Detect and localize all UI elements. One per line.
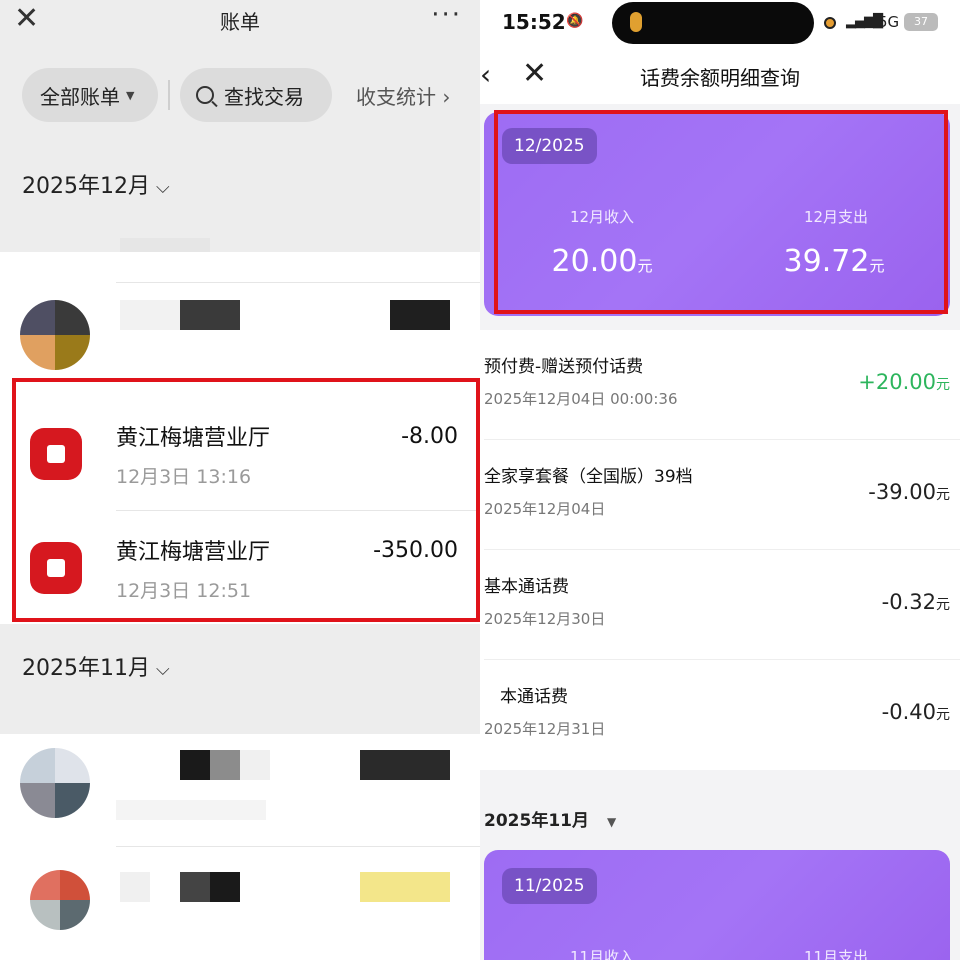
blurred-text — [180, 872, 210, 902]
bill-panel: ✕ 账单 ··· 全部账单 ▼ 查找交易 收支统计 › 2025年12月 ⌵ 黄… — [0, 0, 480, 960]
store-logo-icon — [30, 542, 82, 594]
list-item[interactable]: 预付费-赠送预付话费 2025年12月04日 00:00:36 +20.00元 — [480, 330, 960, 440]
nav-bar: ‹ ✕ 话费余额明细查询 — [480, 46, 960, 104]
income-value: 20.00元 — [551, 244, 653, 279]
page-title: 话费余额明细查询 — [640, 66, 800, 90]
filter-bar: 全部账单 ▼ 查找交易 收支统计 › — [22, 68, 450, 122]
blurred-text — [120, 238, 210, 252]
blurred-text — [120, 300, 180, 330]
chevron-down-icon: ⌵ — [155, 177, 170, 198]
divider — [116, 510, 480, 511]
month-label: 2025年12月 — [22, 174, 150, 199]
signal-icon: ▂▄▆█ — [846, 14, 883, 29]
avatar — [20, 748, 90, 818]
transaction-amount: -8.00 — [401, 424, 458, 449]
item-date: 2025年12月30日 — [484, 610, 606, 628]
blurred-amount — [360, 872, 450, 902]
status-bar: 15:52 🔕 ▂▄▆█ 5G 37 — [480, 0, 960, 46]
triangle-down-icon: ▼ — [606, 815, 617, 829]
transaction-name: 黄江梅塘营业厅 — [116, 426, 271, 451]
blurred-text — [240, 750, 270, 780]
blurred-text — [180, 750, 210, 780]
month-label: 2025年11月 — [484, 811, 589, 831]
bill-header: ✕ 账单 ··· — [0, 0, 480, 38]
item-amount: -39.00元 — [868, 480, 950, 504]
all-bills-button[interactable]: 全部账单 ▼ — [22, 68, 158, 122]
filter-divider — [168, 80, 170, 110]
blurred-text — [210, 872, 240, 902]
blurred-text — [180, 300, 240, 330]
search-transactions-button[interactable]: 查找交易 — [180, 68, 332, 122]
item-amount: +20.00元 — [858, 370, 950, 394]
income-label: 12月收入 — [569, 208, 635, 226]
income-label: 11月收入 — [569, 948, 635, 960]
avatar — [20, 300, 90, 370]
caret-down-icon: ▼ — [126, 88, 135, 102]
item-amount: -0.40元 — [881, 700, 950, 724]
avatar — [30, 870, 90, 930]
item-title: 基本通话费 — [484, 577, 569, 597]
dynamic-island — [612, 2, 814, 44]
blurred-amount — [360, 750, 450, 780]
search-label: 查找交易 — [224, 84, 304, 109]
recording-dot-icon — [824, 17, 836, 29]
stats-link[interactable]: 收支统计 › — [356, 81, 450, 110]
all-bills-label: 全部账单 — [40, 84, 120, 109]
expense-label: 11月支出 — [803, 948, 869, 960]
period-tag[interactable]: 12/2025 — [502, 128, 597, 164]
network-type: 5G — [878, 13, 900, 31]
transaction-amount: -350.00 — [373, 538, 458, 563]
transaction-time: 12月3日 12:51 — [116, 580, 252, 602]
more-icon[interactable]: ··· — [431, 0, 462, 30]
item-date: 2025年12月04日 — [484, 500, 606, 518]
month-label: 2025年11月 — [22, 656, 150, 681]
item-title: 全家享套餐（全国版）39档 — [484, 467, 693, 487]
transaction-name: 黄江梅塘营业厅 — [116, 540, 271, 565]
summary-card-dec: 12/2025 12月收入 20.00元 12月支出 39.72元 — [484, 112, 950, 316]
item-amount: -0.32元 — [881, 590, 950, 614]
chevron-down-icon: ⌵ — [155, 659, 170, 680]
item-date: 2025年12月04日 00:00:36 — [484, 390, 678, 408]
expense-value: 39.72元 — [783, 244, 885, 279]
list-item[interactable]: 全家享套餐（全国版）39档 2025年12月04日 -39.00元 — [480, 440, 960, 550]
blurred-text — [120, 872, 150, 902]
month-selector-nov[interactable]: 2025年11月 ⌵ — [22, 650, 170, 682]
status-time: 15:52 — [502, 10, 566, 34]
search-icon — [196, 86, 214, 104]
store-logo-icon — [30, 428, 82, 480]
blurred-time — [116, 800, 266, 820]
mute-bell-icon: 🔕 — [566, 13, 584, 29]
divider — [116, 846, 480, 847]
page-title: 账单 — [220, 10, 260, 34]
blurred-text — [210, 750, 240, 780]
blurred-amount — [390, 300, 450, 330]
item-title: 本通话费 — [500, 687, 568, 707]
summary-card-nov: 11/2025 11月收入 11月支出 — [484, 850, 950, 960]
balance-panel: 15:52 🔕 ▂▄▆█ 5G 37 ‹ ✕ 话费余额明细查询 12/2025 … — [480, 0, 960, 960]
month-selector-dec[interactable]: 2025年12月 ⌵ — [22, 168, 170, 200]
item-date: 2025年12月31日 — [484, 720, 606, 738]
item-title: 预付费-赠送预付话费 — [484, 357, 644, 377]
list-item[interactable]: 本通话费 2025年12月31日 -0.40元 — [480, 660, 960, 770]
month-selector-nov[interactable]: 2025年11月 ▼ — [484, 806, 616, 831]
divider — [116, 282, 480, 283]
list-item[interactable]: 基本通话费 2025年12月30日 -0.32元 — [480, 550, 960, 660]
period-tag[interactable]: 11/2025 — [502, 868, 597, 904]
expense-label: 12月支出 — [803, 208, 869, 226]
november-list — [0, 734, 480, 960]
battery-icon: 37 — [904, 13, 938, 31]
microphone-icon — [630, 12, 642, 32]
transaction-time: 12月3日 13:16 — [116, 466, 252, 488]
